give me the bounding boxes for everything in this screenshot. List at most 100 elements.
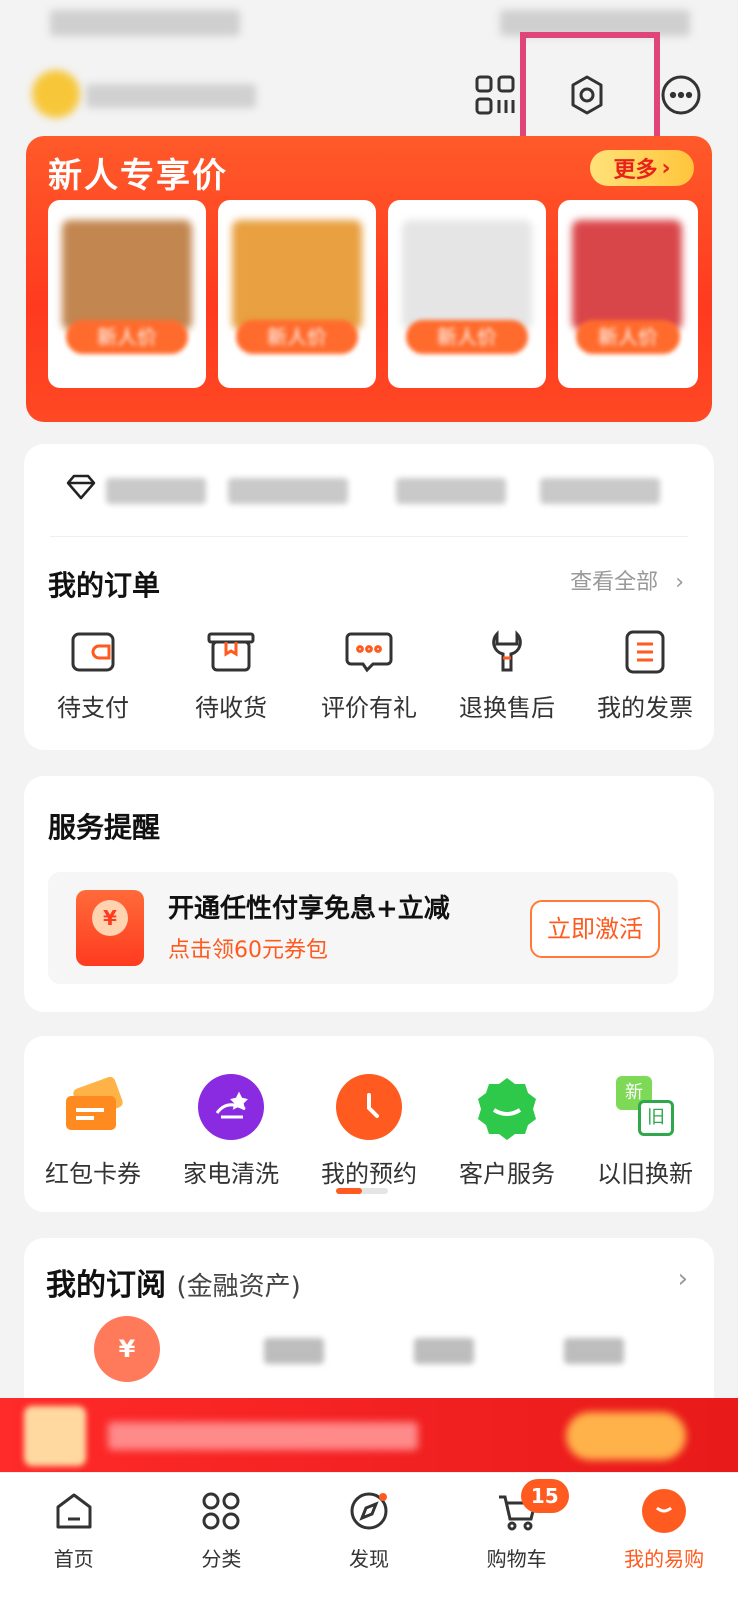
order-label: 待支付	[57, 694, 129, 722]
diamond-icon	[66, 474, 96, 504]
home-icon	[56, 1493, 92, 1529]
product-image	[572, 220, 682, 330]
more-icon[interactable]	[658, 72, 704, 118]
chevron-right-icon: ›	[661, 155, 671, 181]
see-all-link[interactable]: 查看全部 ›	[570, 564, 684, 596]
service-promo[interactable]: ¥ 开通任性付享免息+立减 点击领60元券包 立即激活	[48, 872, 678, 984]
username[interactable]	[86, 84, 256, 108]
invoice-icon	[625, 630, 665, 674]
order-pending-payment[interactable]: 待支付	[24, 630, 162, 723]
avatar[interactable]	[32, 70, 80, 118]
more-button[interactable]: 更多 ›	[590, 150, 694, 186]
trade-old-badge: 旧	[638, 1100, 674, 1136]
subscription-subtitle: (金融资产)	[176, 1272, 301, 1302]
quick-cleaning[interactable]: 家电清洗	[162, 1074, 300, 1189]
page-indicator-active	[336, 1188, 362, 1194]
service-reminder-card: 服务提醒 ¥ 开通任性付享免息+立减 点击领60元券包 立即激活	[24, 776, 714, 1012]
tab-cart[interactable]: 购物车 15	[443, 1473, 591, 1600]
chevron-right-icon[interactable]: ›	[678, 1264, 688, 1294]
bottom-tab-bar: 首页 分类 发现 购物车 15 我的易购	[0, 1472, 738, 1600]
benefit-item[interactable]	[540, 478, 660, 504]
see-all-label: 查看全部	[570, 570, 659, 595]
tab-label: 购物车	[486, 1547, 547, 1571]
service-title: 服务提醒	[48, 811, 161, 844]
activate-button[interactable]: 立即激活	[530, 900, 660, 958]
package-icon	[207, 632, 255, 672]
settings-highlight-box	[520, 32, 660, 146]
product-tag: 新人价	[66, 320, 188, 354]
coupon-icon	[60, 1074, 126, 1140]
coin: ¥	[92, 900, 128, 936]
quick-appointment[interactable]: 我的预约	[300, 1074, 438, 1189]
quick-label: 家电清洗	[183, 1160, 279, 1188]
tab-category[interactable]: 分类	[148, 1473, 296, 1600]
order-label: 待收货	[195, 694, 267, 722]
product-tag: 新人价	[236, 320, 358, 354]
subscription-title-text: 我的订阅	[46, 1268, 166, 1303]
banner-text	[108, 1422, 418, 1450]
product-tag: 新人价	[576, 320, 680, 354]
more-label: 更多	[613, 158, 658, 183]
promo-product-card[interactable]: 新人价	[558, 200, 698, 388]
banner-badge	[24, 1406, 86, 1466]
order-status-row: 待支付 待收货 评价有礼 退换售后 我的发票	[24, 630, 714, 723]
service-main-text: 开通任性付享免息+立减	[168, 894, 450, 924]
order-after-sales[interactable]: 退换售后	[438, 630, 576, 723]
page-indicator	[336, 1188, 388, 1194]
tab-profile[interactable]: 我的易购	[590, 1473, 738, 1600]
subscription-title: 我的订阅 (金融资产)	[46, 1260, 301, 1304]
service-sub-text: 点击领60元券包	[168, 938, 328, 963]
benefit-item[interactable]	[396, 478, 506, 504]
quick-label: 红包卡券	[45, 1160, 141, 1188]
quick-customer-service[interactable]: 客户服务	[438, 1074, 576, 1189]
subscription-value	[414, 1338, 474, 1364]
promo-product-card[interactable]: 新人价	[48, 200, 206, 388]
profile-header	[26, 32, 724, 146]
order-invoice[interactable]: 我的发票	[576, 630, 714, 723]
quick-trade-in[interactable]: 新 旧 以旧换新	[576, 1074, 714, 1189]
quick-label: 以旧换新	[597, 1160, 693, 1188]
order-pending-receipt[interactable]: 待收货	[162, 630, 300, 723]
benefit-item[interactable]	[106, 478, 206, 504]
quick-services-row: 红包卡券 家电清洗 我的预约 客户服务 新 旧 以旧换新	[24, 1074, 714, 1189]
tab-label: 分类	[201, 1547, 242, 1571]
newcomer-promo: 新人专享价 更多 › 新人价 新人价 新人价 新人价	[26, 136, 712, 422]
newcomer-floating-banner[interactable]	[0, 1398, 738, 1472]
order-label: 我的发票	[597, 694, 693, 722]
cleaning-icon	[198, 1074, 264, 1140]
clock-icon	[336, 1074, 402, 1140]
trade-in-icon: 新 旧	[612, 1074, 678, 1140]
tab-label: 发现	[348, 1547, 389, 1571]
chevron-right-icon: ›	[675, 570, 684, 595]
quick-label: 客户服务	[459, 1160, 555, 1188]
benefit-item[interactable]	[228, 478, 348, 504]
product-image	[232, 220, 362, 330]
scan-icon[interactable]	[472, 72, 518, 118]
quick-services-card: 红包卡券 家电清洗 我的预约 客户服务 新 旧 以旧换新	[24, 1036, 714, 1212]
money-bag-icon[interactable]: ¥	[94, 1316, 160, 1382]
quick-coupons[interactable]: 红包卡券	[24, 1074, 162, 1189]
tab-home[interactable]: 首页	[0, 1473, 148, 1600]
comment-icon	[345, 632, 393, 673]
promo-title: 新人专享价	[48, 156, 228, 196]
discover-icon	[350, 1492, 388, 1530]
promo-product-card[interactable]: 新人价	[218, 200, 376, 388]
promo-product-card[interactable]: 新人价	[388, 200, 546, 388]
product-image	[402, 220, 532, 330]
product-image	[62, 220, 192, 330]
orders-card: 我的订单 查看全部 › 待支付 待收货 评价有礼 退换售后 我的发票	[24, 444, 714, 750]
service-icon	[474, 1074, 540, 1140]
tab-discover[interactable]: 发现	[295, 1473, 443, 1600]
divider	[50, 536, 688, 537]
tab-label: 我的易购	[624, 1547, 705, 1571]
order-label: 退换售后	[459, 694, 555, 722]
wallet-icon	[71, 632, 115, 672]
subscription-value	[564, 1338, 624, 1364]
order-label: 评价有礼	[321, 694, 417, 722]
product-tag: 新人价	[406, 320, 528, 354]
banner-button[interactable]	[566, 1412, 686, 1460]
quick-label: 我的预约	[321, 1160, 417, 1188]
tab-label: 首页	[53, 1547, 94, 1571]
order-review[interactable]: 评价有礼	[300, 630, 438, 723]
wrench-icon	[492, 630, 522, 672]
